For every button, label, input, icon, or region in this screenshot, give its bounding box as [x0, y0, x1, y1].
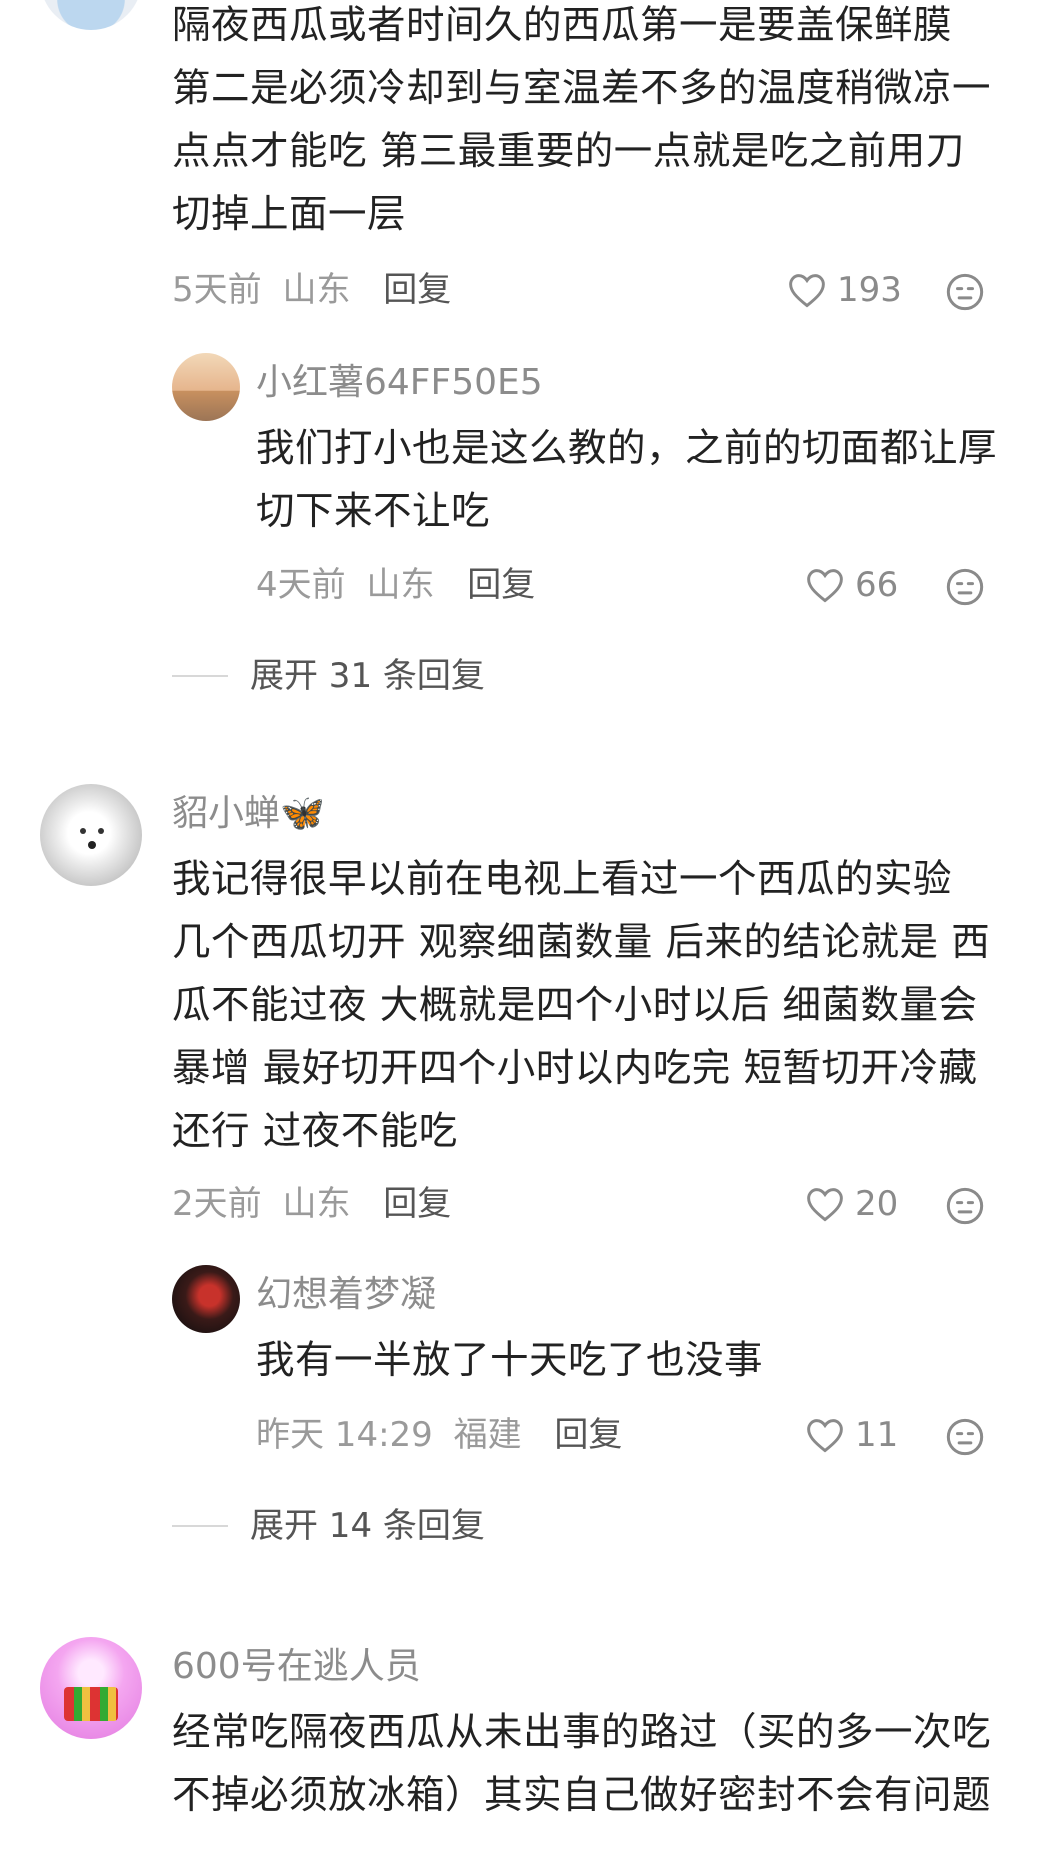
heart-icon	[807, 569, 843, 603]
like-button[interactable]: 193	[787, 268, 902, 312]
comment-meta: 5天前 山东 回复	[172, 268, 451, 312]
comment-content: 隔夜西瓜或者时间久的西瓜第一是要盖保鲜膜 第二是必须冷却到与室温差不多的温度稍微…	[172, 3, 992, 237]
comment-location: 山东	[282, 1184, 351, 1224]
reply-avatar[interactable]	[172, 1265, 240, 1333]
reply-username[interactable]: 小红薯64FF50E5	[256, 361, 543, 405]
reply-avatar[interactable]	[172, 353, 240, 421]
like-count: 20	[855, 1184, 899, 1224]
username[interactable]: 貂小蝉🦋	[172, 792, 325, 836]
reply-location: 福建	[453, 1415, 522, 1455]
reply-time: 4天前	[256, 565, 346, 605]
reply-meta: 昨天 14:29 福建 回复	[256, 1413, 622, 1457]
comment-content: 我记得很早以前在电视上看过一个西瓜的实验 几个西瓜切开 观察细菌数量 后来的结论…	[172, 857, 991, 1154]
comment-time: 2天前	[172, 1184, 262, 1224]
heart-icon	[807, 1188, 843, 1222]
divider	[172, 1525, 228, 1527]
like-count: 66	[855, 565, 899, 605]
expand-replies-button[interactable]: 展开 14 条回复	[172, 1504, 485, 1548]
avatar-figures	[64, 1687, 118, 1721]
avatar[interactable]	[40, 784, 142, 886]
heart-icon	[789, 274, 825, 308]
reply-meta: 4天前 山东 回复	[256, 563, 535, 607]
dog-eyes	[80, 828, 86, 834]
avatar[interactable]	[40, 1637, 142, 1739]
dislike-face-icon[interactable]	[945, 567, 985, 607]
reply-button[interactable]: 回复	[554, 1415, 622, 1455]
reply-time: 昨天 14:29	[256, 1415, 433, 1455]
comment-list: 隔夜西瓜或者时间久的西瓜第一是要盖保鲜膜 第二是必须冷却到与室温差不多的温度稍微…	[0, 0, 1043, 1860]
avatar[interactable]	[40, 0, 142, 30]
username[interactable]: 600号在逃人员	[172, 1645, 421, 1689]
like-count: 11	[855, 1415, 899, 1455]
reply-content: 我们打小也是这么教的，之前的切面都让厚 切下来不让吃	[256, 426, 998, 534]
reply-location: 山东	[366, 565, 435, 605]
divider	[172, 675, 228, 677]
reply-button[interactable]: 回复	[383, 270, 451, 310]
dislike-face-icon[interactable]	[945, 1186, 985, 1226]
dislike-face-icon[interactable]	[945, 1417, 985, 1457]
comment-location: 山东	[282, 270, 351, 310]
reply-content: 我有一半放了十天吃了也没事	[256, 1338, 764, 1383]
like-button[interactable]: 20	[805, 1182, 898, 1226]
like-button[interactable]: 66	[805, 563, 898, 607]
like-count: 193	[837, 270, 902, 310]
reply-button[interactable]: 回复	[467, 565, 535, 605]
dislike-face-icon[interactable]	[945, 272, 985, 312]
expand-replies-button[interactable]: 展开 31 条回复	[172, 654, 485, 698]
comment-content: 经常吃隔夜西瓜从未出事的路过（买的多一次吃 不掉必须放冰箱）其实自己做好密封不会…	[172, 1710, 992, 1818]
like-button[interactable]: 11	[805, 1413, 898, 1457]
reply-button[interactable]: 回复	[383, 1184, 451, 1224]
heart-icon	[807, 1419, 843, 1453]
comment-meta: 2天前 山东 回复	[172, 1182, 451, 1226]
reply-username[interactable]: 幻想着梦凝	[256, 1273, 436, 1317]
comment-time: 5天前	[172, 270, 262, 310]
